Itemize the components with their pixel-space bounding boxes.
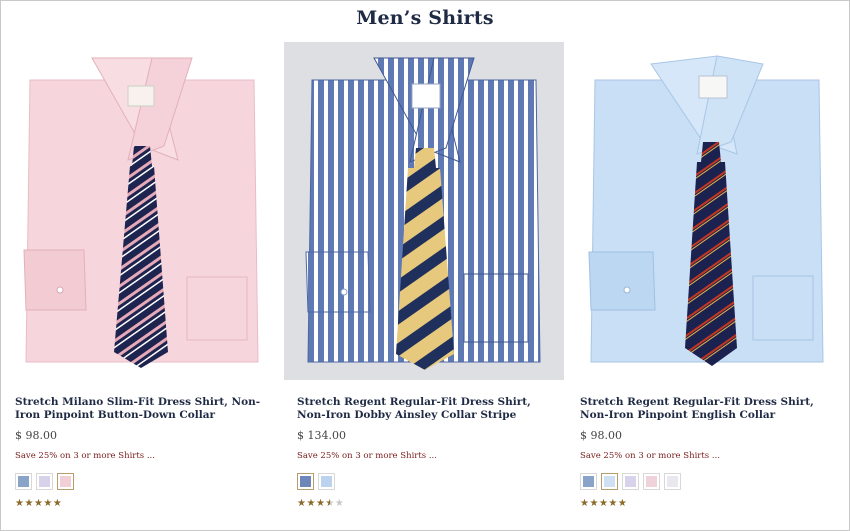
swatch-fill [604,476,615,487]
color-swatch[interactable] [622,473,639,490]
page-title: Men’s Shirts [356,7,494,29]
star-icon: ★ [43,498,53,509]
product-card[interactable]: Stretch Milano Slim-Fit Dress Shirt, Non… [2,42,282,528]
swatch-fill [667,476,678,487]
star-icon: ★ [33,498,44,509]
color-swatch-selected[interactable] [57,473,74,490]
color-swatch[interactable] [580,473,597,490]
swatch-fill [300,476,311,487]
promo-text[interactable]: Save 25% on 3 or more Shirts ... [297,451,437,461]
promo-text[interactable]: Save 25% on 3 or more Shirts ... [15,451,155,461]
color-swatches [297,473,335,491]
star-icon: ★ [24,498,34,509]
product-name[interactable]: Stretch Regent Regular-Fit Dress Shirt, … [297,396,557,422]
swatch-fill [646,476,657,487]
star-icon: ★ [617,498,628,509]
star-icon: ★ [598,498,609,509]
product-image-link[interactable] [2,42,282,380]
star-icon: ★ [306,498,316,509]
product-name[interactable]: Stretch Milano Slim-Fit Dress Shirt, Non… [15,396,275,422]
star-rating: ★★★★★ [15,498,62,509]
swatch-fill [321,476,332,487]
swatch-fill [583,476,594,487]
product-price: $ 98.00 [15,429,57,442]
color-swatch-selected[interactable] [601,473,618,490]
product-price: $ 98.00 [580,429,622,442]
color-swatch[interactable] [318,473,335,490]
product-price: $ 134.00 [297,429,346,442]
color-swatch[interactable] [15,473,32,490]
color-swatch[interactable] [36,473,53,490]
star-rating: ★★★★★ [580,498,627,509]
product-card[interactable]: Stretch Regent Regular-Fit Dress Shirt, … [284,42,564,528]
product-image-link[interactable] [284,42,564,380]
star-rating: ★★★★★ [297,498,344,509]
star-icon: ★ [589,498,599,509]
product-image [2,42,282,380]
star-icon: ★ [52,498,63,509]
star-icon: ★ [334,498,345,509]
product-image [567,42,847,380]
star-icon: ★ [608,498,618,509]
star-icon: ★ [325,498,335,509]
product-grid: Stretch Milano Slim-Fit Dress Shirt, Non… [2,42,848,528]
swatch-fill [39,476,50,487]
color-swatch[interactable] [664,473,681,490]
promo-text[interactable]: Save 25% on 3 or more Shirts ... [580,451,720,461]
swatch-fill [60,476,71,487]
swatch-fill [18,476,29,487]
swatch-fill [625,476,636,487]
color-swatch-selected[interactable] [297,473,314,490]
product-name[interactable]: Stretch Regent Regular-Fit Dress Shirt, … [580,396,840,422]
product-image [284,42,564,380]
product-card[interactable]: Stretch Regent Regular-Fit Dress Shirt, … [567,42,847,528]
color-swatches [15,473,74,491]
product-image-link[interactable] [567,42,847,380]
color-swatch[interactable] [643,473,660,490]
color-swatches [580,473,681,491]
star-icon: ★ [315,498,326,509]
